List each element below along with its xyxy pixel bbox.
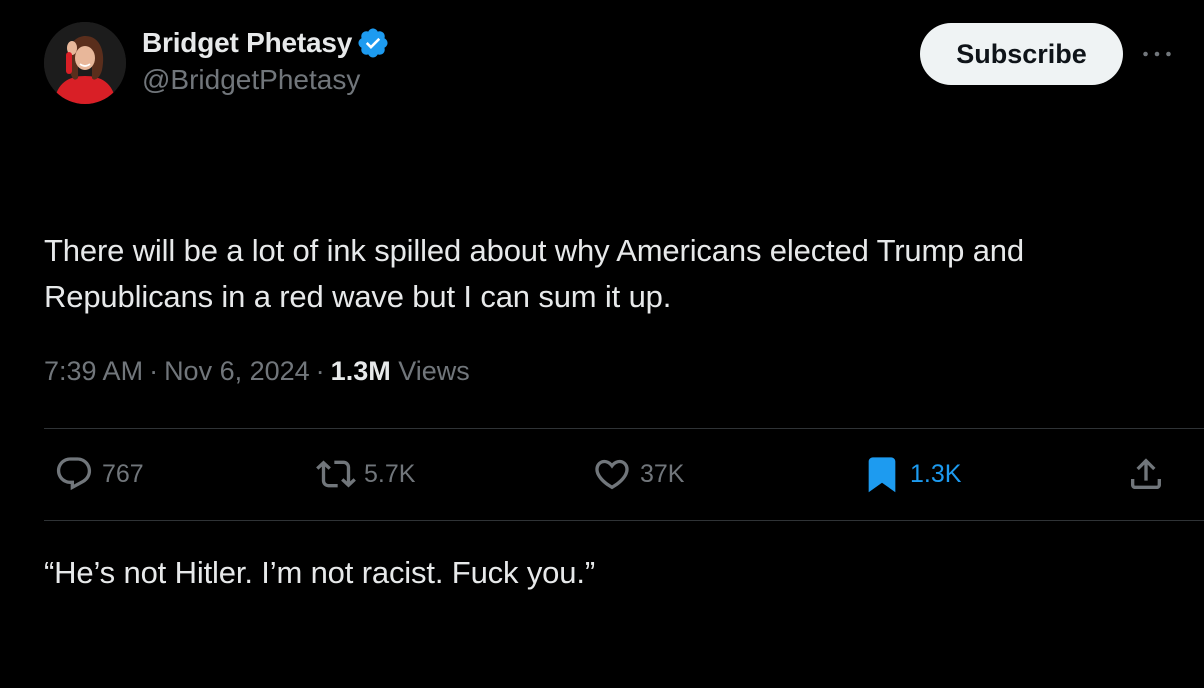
author-info: Bridget Phetasy @BridgetPhetasy [142,26,390,96]
subscribe-button[interactable]: Subscribe [920,23,1123,85]
heart-icon [595,459,629,490]
divider [44,520,1204,521]
avatar[interactable] [44,22,126,104]
tweet-text: There will be a lot of ink spilled about… [44,136,1184,688]
verified-badge-icon[interactable] [356,26,390,60]
divider [44,428,1204,429]
bookmark-count: 1.3K [910,459,962,488]
bookmark-icon [868,457,896,493]
reply-count: 767 [102,459,144,488]
views-label[interactable]: Views [398,356,470,387]
name-row: Bridget Phetasy [142,26,390,60]
views-count[interactable]: 1.3M [331,356,391,387]
share-button[interactable] [1126,450,1166,498]
tweet-paragraph: There will be a lot of ink spilled about… [44,233,1033,314]
repost-button[interactable]: 5.7K [316,450,415,498]
like-count: 37K [640,459,685,488]
author-display-name[interactable]: Bridget Phetasy [142,27,352,59]
tweet-paragraph: “He’s not Hitler. I’m not racist. Fuck y… [44,555,595,590]
tweet-meta: 7:39 AM · Nov 6, 2024 · 1.3M Views [44,356,470,387]
repost-icon [316,460,356,488]
reply-button[interactable]: 767 [54,450,144,498]
bookmark-button[interactable]: 1.3K [862,450,961,498]
share-icon [1131,458,1161,489]
meta-separator: · [315,356,325,386]
more-horizontal-icon[interactable] [1140,40,1174,68]
tweet-date[interactable]: Nov 6, 2024 [164,356,310,387]
repost-count: 5.7K [364,459,416,488]
like-button[interactable]: 37K [592,450,684,498]
action-bar: 767 5.7K 37K 1.3K [0,450,1204,498]
author-handle[interactable]: @BridgetPhetasy [142,64,390,96]
tweet-time[interactable]: 7:39 AM [44,356,143,387]
avatar-photo [44,22,126,104]
meta-separator: · [149,356,159,386]
tweet: Bridget Phetasy @BridgetPhetasy Subscrib… [0,0,1204,590]
reply-icon [56,457,92,491]
